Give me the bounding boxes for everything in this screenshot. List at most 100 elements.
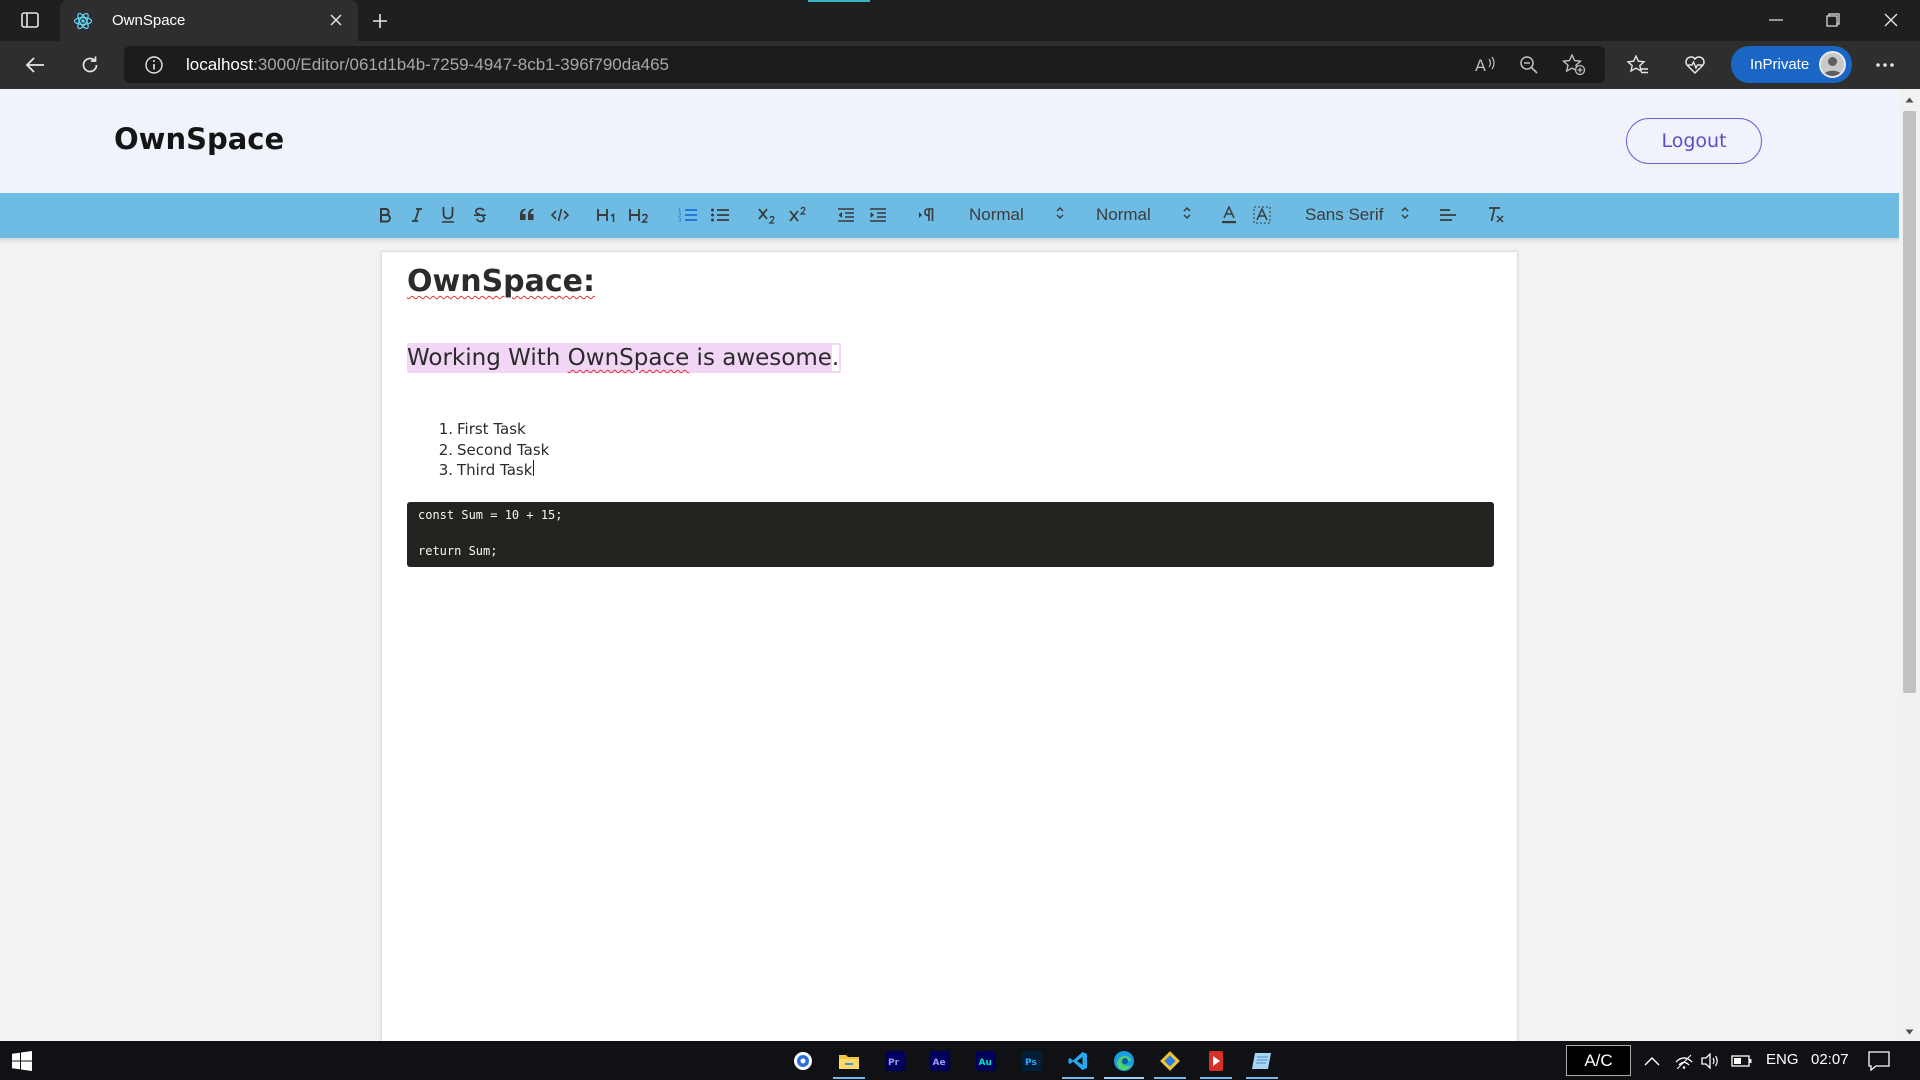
more-options-icon[interactable]	[1868, 49, 1902, 81]
strikethrough-icon[interactable]	[470, 203, 490, 227]
clock-time[interactable]: 02:07	[1811, 1051, 1849, 1068]
code-line: return Sum;	[418, 544, 498, 558]
outdent-icon[interactable]	[836, 203, 856, 227]
app-header: OwnSpace Logout	[0, 89, 1899, 193]
document-heading[interactable]: OwnSpace:	[407, 264, 595, 299]
text-cursor	[533, 460, 535, 476]
subscript-icon[interactable]	[757, 203, 777, 227]
read-aloud-icon[interactable]: A	[1473, 53, 1497, 77]
scrollbar-thumb[interactable]	[1903, 111, 1916, 693]
ac-indicator[interactable]: A/C	[1566, 1045, 1631, 1076]
font-family-select[interactable]: Sans Serif	[1305, 203, 1409, 227]
header-style-value: Normal	[969, 205, 1024, 224]
minimize-icon[interactable]	[1756, 6, 1796, 34]
font-family-value: Sans Serif	[1305, 205, 1384, 224]
favorites-icon[interactable]	[1621, 49, 1655, 81]
url-text[interactable]: localhost:3000/Editor/061d1b4b-7259-4947…	[186, 55, 669, 75]
restore-icon[interactable]	[1813, 6, 1853, 34]
align-left-icon[interactable]	[1438, 203, 1458, 227]
window-accent-line	[808, 0, 870, 2]
running-app-indicator	[1246, 1077, 1278, 1079]
bullet-list-icon[interactable]	[709, 203, 731, 227]
brand-logo[interactable]: OwnSpace	[114, 122, 284, 156]
logout-button[interactable]: Logout	[1626, 118, 1762, 164]
scroll-up-arrow-icon[interactable]	[1904, 95, 1915, 104]
inprivate-label: InPrivate	[1750, 56, 1810, 73]
keyboard-language[interactable]: ENG	[1766, 1051, 1799, 1068]
blockquote-icon[interactable]	[517, 203, 537, 227]
font-size-select[interactable]: Normal	[1096, 203, 1191, 227]
svg-text:Pr: Pr	[888, 1058, 900, 1068]
volume-icon[interactable]	[1698, 1049, 1722, 1073]
highlighted-paragraph[interactable]: Working With OwnSpace is awesome.	[407, 343, 842, 373]
refresh-icon[interactable]	[73, 49, 107, 81]
heading-2-icon[interactable]	[627, 203, 651, 227]
battery-icon[interactable]	[1730, 1049, 1754, 1073]
add-favorite-icon[interactable]	[1562, 53, 1586, 77]
italic-icon[interactable]	[407, 203, 427, 227]
wifi-icon[interactable]	[1672, 1049, 1696, 1073]
after-effects-icon[interactable]: Ae	[928, 1049, 952, 1073]
superscript-icon[interactable]	[788, 203, 808, 227]
svg-text:Ps: Ps	[1025, 1058, 1037, 1068]
notes-app-icon[interactable]	[1250, 1049, 1274, 1073]
inprivate-button[interactable]: InPrivate	[1731, 46, 1852, 83]
heading-1-icon[interactable]	[595, 203, 619, 227]
back-arrow-icon[interactable]	[18, 49, 52, 81]
page-viewport: OwnSpace Logout 1 2 3 Normal Normal Sans…	[0, 89, 1899, 1041]
text-direction-icon[interactable]	[917, 203, 937, 227]
indent-icon[interactable]	[868, 203, 888, 227]
list-item[interactable]: 2. Second Task	[436, 440, 550, 461]
close-window-icon[interactable]	[1871, 6, 1911, 34]
editor-toolbar: 123 Normal Normal Sans Serif	[0, 193, 1899, 238]
text-color-icon[interactable]	[1219, 203, 1239, 227]
notification-center-icon[interactable]	[1867, 1049, 1891, 1073]
file-explorer-icon[interactable]	[837, 1049, 861, 1073]
photoshop-icon[interactable]: Ps	[1020, 1049, 1044, 1073]
windows-start-icon[interactable]	[10, 1049, 34, 1073]
profile-avatar	[1819, 51, 1846, 78]
new-tab-icon[interactable]	[366, 7, 394, 35]
page-scrollbar[interactable]	[1899, 89, 1920, 1041]
header-style-select[interactable]: Normal	[969, 203, 1064, 227]
browser-tab-bar: OwnSpace	[0, 0, 1920, 41]
bold-icon[interactable]	[375, 203, 395, 227]
vscode-icon[interactable]	[1066, 1049, 1090, 1073]
audition-icon[interactable]: Au	[974, 1049, 998, 1073]
tab-title: OwnSpace	[112, 12, 186, 29]
active-app-indicator	[1104, 1077, 1144, 1079]
running-app-indicator	[1062, 1077, 1094, 1079]
code-block-icon[interactable]	[550, 203, 570, 227]
browser-nav-bar: localhost:3000/Editor/061d1b4b-7259-4947…	[0, 41, 1920, 89]
ordered-task-list[interactable]: 1. First Task 2. Second Task 3. Third Task	[436, 419, 550, 481]
site-info-icon[interactable]	[144, 55, 164, 75]
app-circle-icon[interactable]	[791, 1049, 815, 1073]
premiere-pro-icon[interactable]: Pr	[883, 1049, 907, 1073]
svg-text:Ae: Ae	[933, 1058, 946, 1068]
running-app-indicator	[1200, 1077, 1232, 1079]
address-bar[interactable]: localhost:3000/Editor/061d1b4b-7259-4947…	[124, 46, 1605, 83]
tab-close-icon[interactable]	[326, 10, 346, 30]
ordered-list-icon[interactable]: 123	[677, 203, 699, 227]
scroll-down-arrow-icon[interactable]	[1904, 1027, 1915, 1036]
running-app-indicator	[1154, 1077, 1186, 1079]
editor-page[interactable]: OwnSpace: Working With OwnSpace is aweso…	[381, 251, 1518, 1041]
clear-formatting-icon[interactable]	[1486, 203, 1506, 227]
media-app-icon[interactable]	[1204, 1049, 1228, 1073]
zoom-out-icon[interactable]	[1517, 53, 1541, 77]
browser-tab-ownspace[interactable]: OwnSpace	[60, 0, 358, 41]
react-favicon-icon	[72, 10, 94, 32]
svg-text:3: 3	[678, 218, 682, 223]
list-item[interactable]: 1. First Task	[436, 419, 549, 440]
tab-actions-icon[interactable]	[14, 8, 46, 32]
browser-essentials-icon[interactable]	[1678, 49, 1712, 81]
underline-icon[interactable]	[438, 203, 458, 227]
code-block[interactable]: const Sum = 10 + 15; return Sum;	[407, 502, 1494, 567]
code-line: const Sum = 10 + 15;	[418, 508, 563, 522]
git-tool-icon[interactable]	[1158, 1049, 1182, 1073]
windows-taskbar: Pr Ae Au Ps A/C ENG 02:07	[0, 1041, 1920, 1080]
edge-icon[interactable]	[1112, 1049, 1136, 1073]
show-hidden-icons-chevron-icon[interactable]	[1640, 1049, 1664, 1073]
list-item[interactable]: 3. Third Task	[436, 460, 549, 481]
highlight-color-icon[interactable]	[1252, 203, 1272, 227]
